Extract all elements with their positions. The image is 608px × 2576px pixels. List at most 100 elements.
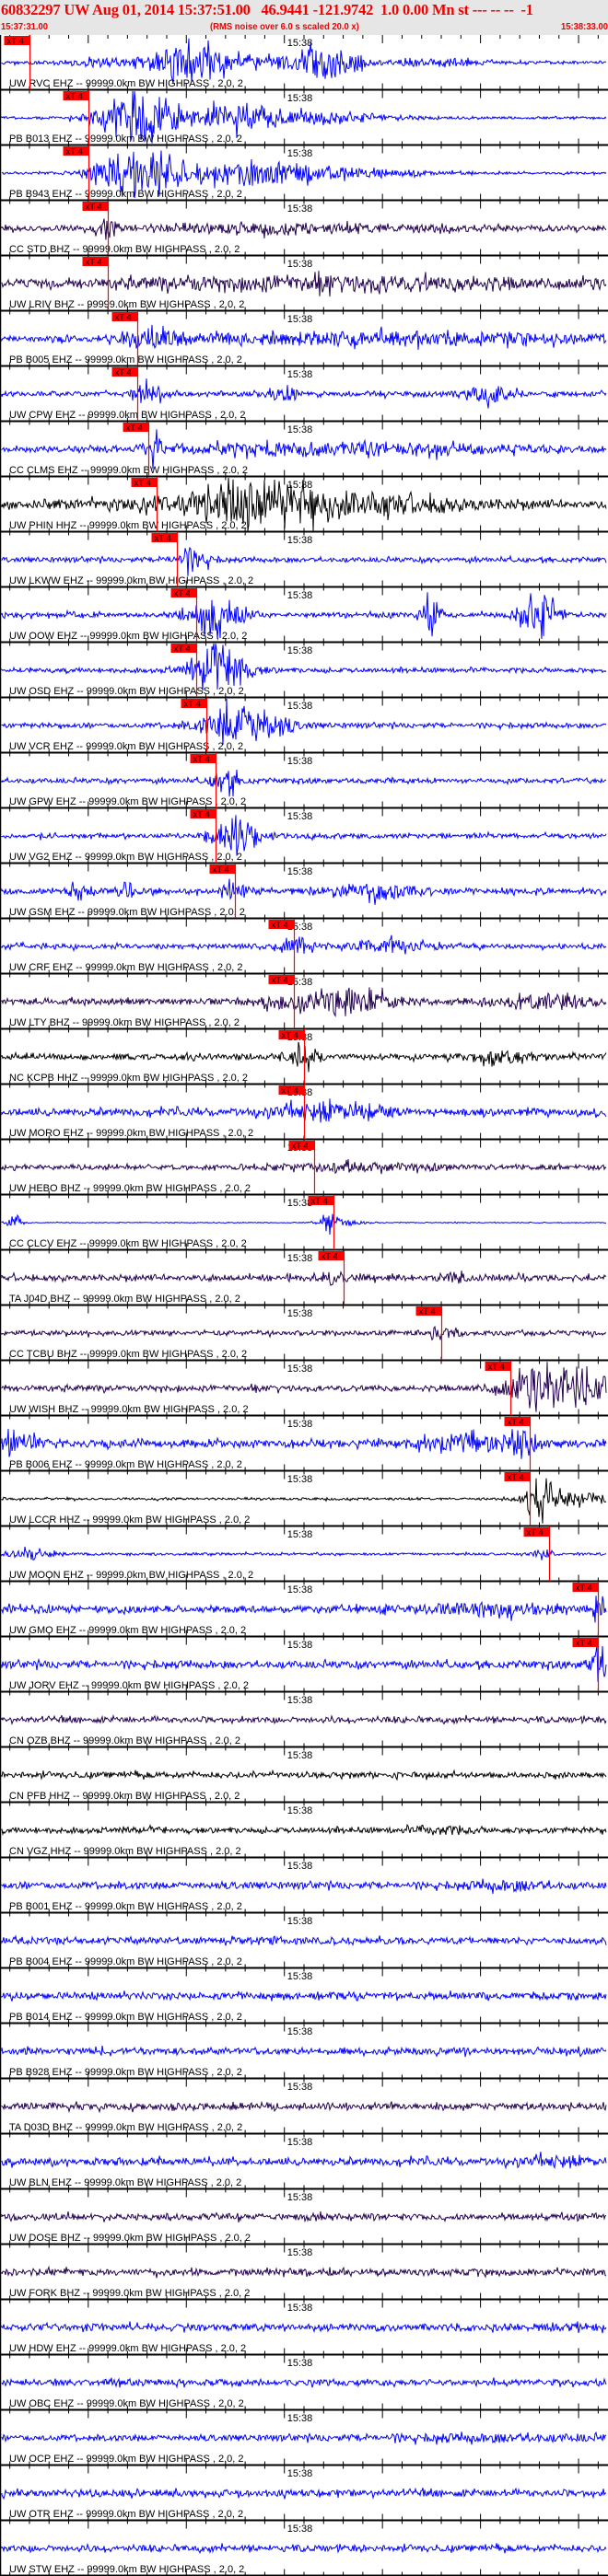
trace-panel: 15:38 PB B013 EHZ -- 99999.0km BW HIGHPAS… xyxy=(0,90,608,154)
trace-panel: 15:38 UW RVC EHZ -- 99999.0km BW HIGHPASS… xyxy=(0,35,608,99)
pick-label: xT 4 xyxy=(272,976,288,986)
pick-label: xT 4 xyxy=(488,1363,505,1373)
minute-tick-label: 15:38 xyxy=(287,2524,313,2535)
trace-label: CC CLMS EHZ -- 99999.0km BW HIGHPASS , 2… xyxy=(9,465,248,476)
waveform-bhz xyxy=(1,218,607,240)
waveform-bhz xyxy=(1,987,607,1018)
trace-panel: 15:38 UW OSD EHZ -- 99999.0km BW HIGHPASS… xyxy=(0,643,608,706)
trace-panel: 15:38 CC CLMS EHZ -- 99999.0km BW HIGHPAS… xyxy=(0,422,608,485)
trace-panel: 15:38 UW VG2 EHZ -- 99999.0km BW HIGHPASS… xyxy=(0,808,608,872)
trace-panel: 15:38 PB B943 EHZ -- 99999.0km BW HIGHPAS… xyxy=(0,145,608,209)
minute-tick-label: 15:38 xyxy=(287,1308,313,1319)
waveform-bhz xyxy=(1,2265,607,2279)
pick-label: xT 4 xyxy=(508,1473,524,1483)
minute-tick-label: 15:38 xyxy=(287,2026,313,2037)
trace-panel: 15:38 UW MOON EHZ -- 99999.0km BW HIGHPAS… xyxy=(0,1526,608,1590)
minute-tick-label: 15:38 xyxy=(287,1584,313,1595)
trace-panel: 15:38UW GSM EHZ -- 99999.0km BW HIGHPASS… xyxy=(0,864,608,927)
trace-label: UW MORO EHZ -- 99999.0km BW HIGHPASS , 2… xyxy=(9,1128,253,1139)
pick-label: xT 4 xyxy=(213,865,229,876)
trace-panel: 15:38 TA D03D BHZ -- 99999.0km BW HIGHPAS… xyxy=(0,2082,608,2142)
minute-tick-label: 15:38 xyxy=(287,2247,313,2258)
trace-label: UW WISH BHZ -- 99999.0km BW HIGHPASS , 2… xyxy=(9,1404,249,1415)
trace-label: TA D03D BHZ -- 99999.0km BW HIGHPASS , 2… xyxy=(9,2122,242,2133)
pick-label: xT 4 xyxy=(86,258,102,268)
trace-label: UW OTR EHZ -- 99999.0km BW HIGHPASS , 2.… xyxy=(9,2509,243,2520)
pick-label: xT 4 xyxy=(115,313,132,323)
pick-label: xT 4 xyxy=(155,534,171,544)
minute-tick-label: 15:38 xyxy=(287,259,313,270)
minute-tick-label: 15:38 xyxy=(287,2192,313,2203)
minute-tick-label: 15:38 xyxy=(287,148,313,159)
trace-label: UW OOW EHZ -- 99999.0km BW HIGHPASS , 2.… xyxy=(9,631,247,642)
trace-panel: 15:38 UW OTR EHZ -- 99999.0km BW HIGHPASS… xyxy=(0,2468,608,2529)
waveform-bhz xyxy=(1,1270,607,1286)
minute-tick-label: 15:38 xyxy=(287,2413,313,2424)
trace-label: UW STW EHZ -- 99999.0km BW HIGHPASS , 2.… xyxy=(9,2564,244,2575)
trace-panel: 15:38UW GMO EHZ -- 99999.0km BW HIGHPASS… xyxy=(0,1582,608,1645)
waveform-ehz xyxy=(1,546,607,576)
pick-label: xT 4 xyxy=(508,1418,524,1428)
trace-panel: 15:38 UW OBC EHZ -- 99999.0km BW HIGHPASS… xyxy=(0,2358,608,2419)
plot-header: 60832297 UW Aug 01, 2014 15:37:51.00 46.… xyxy=(0,0,608,35)
trace-label: PB B004 EHZ -- 99999.0km BW HIGHPASS , 2… xyxy=(9,1956,242,1967)
trace-panel: 15:38 UW STW EHZ -- 99999.0km BW HIGHPASS… xyxy=(0,2524,608,2576)
trace-label: UW MOON EHZ -- 99999.0km BW HIGHPASS , 2… xyxy=(9,1570,253,1581)
trace-label: CC STD BHZ -- 99999.0km BW HIGHPASS , 2.… xyxy=(9,244,240,255)
trace-label: UW FORK BHZ -- 99999.0km BW HIGHPASS , 2… xyxy=(9,2288,250,2299)
waveform-ehz xyxy=(1,2377,607,2389)
pick-label: xT 4 xyxy=(86,203,102,213)
minute-tick-label: 15:38 xyxy=(287,866,313,877)
trace-panel: 15:38UW LTY BHZ -- 99999.0km BW HIGHPASS… xyxy=(0,974,608,1038)
pick-label: xT 4 xyxy=(292,1142,309,1152)
trace-panel: 15:38UW CPW EHZ -- 99999.0km BW HIGHPASS… xyxy=(0,366,608,430)
waveform-ehz xyxy=(1,2321,607,2334)
trace-label: UW HEBO BHZ -- 99999.0km BW HIGHPASS , 2… xyxy=(9,1183,251,1194)
trace-label: UW CRF EHZ -- 99999.0km BW HIGHPASS , 2.… xyxy=(9,962,242,973)
minute-tick-label: 15:38 xyxy=(287,93,313,104)
trace-panel: 15:38 UW FORK BHZ -- 99999.0km BW HIGHPAS… xyxy=(0,2247,608,2308)
waveform-hhz xyxy=(1,1824,607,1837)
trace-label: UW LRIV BHZ -- 99999.0km BW HIGHPASS , 2… xyxy=(9,299,244,310)
trace-label: PB B943 EHZ -- 99999.0km BW HIGHPASS , 2… xyxy=(9,189,242,200)
waveform-ehz xyxy=(1,1546,607,1561)
minute-tick-label: 15:38 xyxy=(287,369,313,380)
pick-label: xT 4 xyxy=(134,479,151,489)
trace-panel: 15:38UW HDW EHZ -- 99999.0km BW HIGHPASS… xyxy=(0,2303,608,2363)
minute-tick-label: 15:38 xyxy=(287,38,313,49)
pick-label: xT 4 xyxy=(282,1031,298,1041)
waveform-ehz xyxy=(1,2487,607,2501)
pick-label: xT 4 xyxy=(311,1197,328,1207)
trace-label: UW VCR EHZ -- 99999.0km BW HIGHPASS , 2.… xyxy=(9,741,243,752)
waveform-ehz xyxy=(1,878,607,905)
trace-panel: 15:38UW MORO EHZ -- 99999.0km BW HIGHPAS… xyxy=(0,1085,608,1148)
trace-panel: 15:38 UW LKWW EHZ -- 99999.0km BW HIGHPAS… xyxy=(0,532,608,596)
minute-tick-label: 15:38 xyxy=(287,1363,313,1375)
waveform-bhz xyxy=(1,1325,607,1341)
trace-panel: 15:38 UW OOW EHZ -- 99999.0km BW HIGHPASS… xyxy=(0,587,608,651)
trace-label: UW LKWW EHZ -- 99999.0km BW HIGHPASS , 2… xyxy=(9,575,253,586)
pick-label: xT 4 xyxy=(576,1584,592,1594)
minute-tick-label: 15:38 xyxy=(287,756,313,767)
pick-label: xT 4 xyxy=(66,147,83,157)
trace-label: PB B001 EHZ -- 99999.0km BW HIGHPASS , 2… xyxy=(9,1901,242,1912)
minute-tick-label: 15:38 xyxy=(287,314,313,325)
minute-tick-label: 15:38 xyxy=(287,1861,313,1872)
minute-tick-label: 15:38 xyxy=(287,701,313,712)
trace-label: CC TCBU BHZ -- 99999.0km BW HIGHPASS , 2… xyxy=(9,1349,247,1360)
waveform-ehz xyxy=(1,2431,607,2445)
trace-panel: 15:38NC KCPB HHZ -- 99999.0km BW HIGHPAS… xyxy=(0,1029,608,1093)
minute-tick-label: 15:38 xyxy=(287,2137,313,2148)
minute-tick-label: 15:38 xyxy=(287,1253,313,1264)
trace-panel: 15:38 PB B014 EHZ -- 99999.0km BW HIGHPAS… xyxy=(0,1971,608,2032)
trace-panel: 15:38CN OZB BHZ -- 99999.0km BW HIGHPASS… xyxy=(0,1695,608,1756)
trace-panel: 15:38 UW BLN EHZ -- 99999.0km BW HIGHPASS… xyxy=(0,2137,608,2198)
minute-tick-label: 15:38 xyxy=(287,1474,313,1485)
waveform-ehz xyxy=(1,1990,607,2002)
waveform-ehz xyxy=(1,1213,607,1236)
trace-label: UW RVC EHZ -- 99999.0km BW HIGHPASS , 2.… xyxy=(9,78,243,89)
waveform-bhz xyxy=(1,1159,607,1175)
waveform-ehz xyxy=(1,2152,607,2170)
trace-label: CN PFB HHZ -- 99999.0km BW HIGHPASS , 2.… xyxy=(9,1791,240,1802)
trace-panel: 15:38 UW DOSE BHZ -- 99999.0km BW HIGHPAS… xyxy=(0,2192,608,2253)
